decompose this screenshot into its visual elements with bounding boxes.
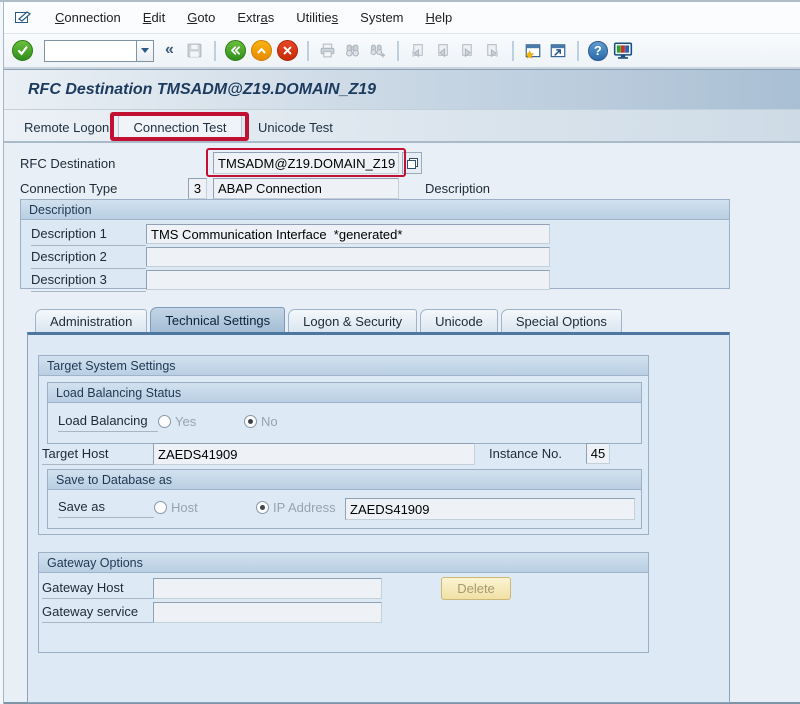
rfc-destination-label: RFC Destination [20, 156, 115, 171]
rfc-destination-field[interactable]: TMSADM@Z19.DOMAIN_Z19 [213, 152, 399, 174]
menu-extras[interactable]: Extras [226, 10, 285, 25]
duplicate-window-icon[interactable] [402, 152, 422, 174]
load-balancing-yes-radio[interactable]: Yes [158, 414, 196, 429]
connection-type-label: Connection Type [20, 181, 117, 196]
help-icon[interactable]: ? [588, 41, 608, 61]
radio-icon[interactable] [244, 415, 257, 428]
description-1-label: Description 1 [31, 226, 146, 246]
back-icon[interactable] [225, 40, 246, 61]
instance-no-field[interactable]: 45 [586, 443, 610, 464]
menu-help[interactable]: Help [415, 10, 464, 25]
command-dropdown-icon[interactable] [136, 40, 154, 62]
toolbar-separator [577, 41, 579, 61]
menu-connection[interactable]: Connection [44, 10, 132, 25]
previous-page-icon[interactable] [433, 41, 453, 61]
load-balancing-no-radio[interactable]: No [244, 414, 278, 429]
tab-administration[interactable]: Administration [35, 309, 147, 332]
print-icon[interactable] [318, 41, 338, 61]
description-3-label: Description 3 [31, 272, 146, 292]
menu-utilities[interactable]: Utilities [285, 10, 349, 25]
title-bar: RFC Destination TMSADM@Z19.DOMAIN_Z19 [0, 69, 800, 109]
customize-layout-icon[interactable] [613, 41, 633, 61]
load-balancing-status-group: Load Balancing Status Load Balancing Yes… [47, 382, 642, 444]
unicode-test-button[interactable]: Unicode Test [250, 115, 341, 139]
first-page-icon[interactable] [408, 41, 428, 61]
command-input[interactable] [44, 40, 136, 62]
tab-strip: Administration Technical Settings Logon … [35, 307, 625, 332]
target-system-settings-group: Target System Settings Load Balancing St… [38, 355, 649, 535]
connection-type-code-field[interactable]: 3 [188, 178, 207, 199]
standard-toolbar: « [0, 34, 800, 69]
description-group: Description Description 1 TMS Communicat… [20, 199, 730, 289]
system-menu-icon[interactable] [14, 10, 32, 26]
connection-type-text-field[interactable]: ABAP Connection [213, 178, 399, 199]
toolbar-separator [512, 41, 514, 61]
target-host-label: Target Host [42, 446, 153, 465]
toolbar-separator [307, 41, 309, 61]
tab-logon-security[interactable]: Logon & Security [288, 309, 417, 332]
page-title: RFC Destination TMSADM@Z19.DOMAIN_Z19 [28, 81, 376, 99]
menu-edit[interactable]: Edit [132, 10, 176, 25]
find-icon[interactable] [343, 41, 363, 61]
gateway-host-field[interactable] [153, 578, 382, 599]
instance-no-label: Instance No. [489, 446, 562, 461]
target-host-field[interactable]: ZAEDS41909 [153, 443, 475, 465]
tab-special-options[interactable]: Special Options [501, 309, 622, 332]
tab-unicode[interactable]: Unicode [420, 309, 498, 332]
menu-bar: Connection Edit Goto Extras Utilities Sy… [0, 2, 800, 34]
description-1-field[interactable]: TMS Communication Interface *generated* [146, 224, 550, 244]
toolbar-separator [397, 41, 399, 61]
gateway-options-header: Gateway Options [39, 553, 648, 573]
save-to-database-header: Save to Database as [48, 470, 641, 490]
window-left-edge [0, 2, 4, 704]
remote-logon-button[interactable]: Remote Logon [16, 115, 117, 139]
content-area: RFC Destination TMSADM@Z19.DOMAIN_Z19 Co… [0, 143, 800, 702]
target-system-settings-header: Target System Settings [39, 356, 648, 376]
application-toolbar: Remote Logon Connection Test Unicode Tes… [0, 109, 800, 143]
find-next-icon[interactable] [368, 41, 388, 61]
toolbar-separator [214, 41, 216, 61]
technical-settings-panel: Target System Settings Load Balancing St… [27, 332, 730, 703]
tab-technical-settings[interactable]: Technical Settings [150, 307, 285, 332]
gateway-service-field[interactable] [153, 602, 382, 623]
menu-goto[interactable]: Goto [176, 10, 226, 25]
create-shortcut-icon[interactable] [548, 41, 568, 61]
description-group-header: Description [21, 200, 729, 220]
description-2-label: Description 2 [31, 249, 146, 269]
new-session-icon[interactable] [523, 41, 543, 61]
radio-icon[interactable] [256, 501, 269, 514]
menu-system[interactable]: System [349, 10, 414, 25]
radio-icon[interactable] [154, 501, 167, 514]
description-3-field[interactable] [146, 270, 550, 290]
save-as-ip-address-radio[interactable]: IP Address [256, 500, 336, 515]
delete-button[interactable]: Delete [441, 577, 511, 600]
next-page-icon[interactable] [458, 41, 478, 61]
enter-icon[interactable] [12, 40, 33, 61]
save-as-host-radio[interactable]: Host [154, 500, 198, 515]
gateway-host-label: Gateway Host [42, 580, 153, 599]
gateway-service-label: Gateway service [42, 604, 153, 623]
save-to-database-group: Save to Database as Save as Host IP Addr… [47, 469, 642, 529]
exit-icon[interactable] [251, 40, 272, 61]
sap-gui-window: Connection Edit Goto Extras Utilities Sy… [0, 0, 800, 704]
load-balancing-label: Load Balancing [58, 413, 158, 432]
description-column-label: Description [425, 181, 490, 196]
radio-icon[interactable] [158, 415, 171, 428]
collapse-icon[interactable]: « [159, 41, 180, 61]
description-2-field[interactable] [146, 247, 550, 267]
last-page-icon[interactable] [483, 41, 503, 61]
load-balancing-status-header: Load Balancing Status [48, 383, 641, 403]
command-field [44, 40, 154, 62]
save-icon[interactable] [185, 41, 205, 61]
gateway-options-group: Gateway Options Gateway Host Delete Gate… [38, 552, 649, 653]
save-as-value-field[interactable]: ZAEDS41909 [345, 498, 635, 520]
save-as-label: Save as [58, 499, 154, 518]
connection-test-button[interactable]: Connection Test [118, 115, 242, 139]
cancel-icon[interactable] [277, 40, 298, 61]
